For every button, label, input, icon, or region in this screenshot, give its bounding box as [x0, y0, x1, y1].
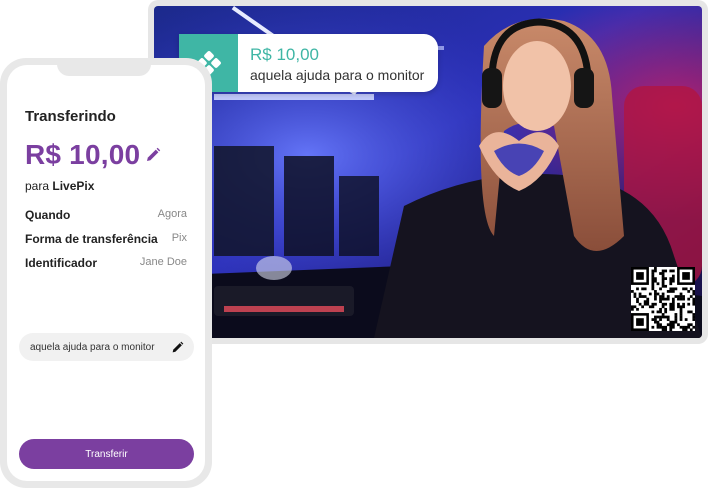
transfer-button[interactable]: Transferir: [19, 439, 194, 469]
transfer-amount: R$ 10,00: [25, 139, 141, 170]
recipient-prefix: para: [25, 179, 50, 193]
amount-row: R$ 10,00: [25, 139, 161, 171]
detail-value: Agora: [157, 208, 187, 220]
phone-notch: [57, 58, 151, 76]
recipient-name: LivePix: [52, 179, 95, 193]
transfer-title: Transferindo: [25, 108, 116, 125]
detail-label: Identificador: [25, 256, 98, 270]
qr-code-icon: [631, 267, 696, 332]
recipient-line: para LivePix: [25, 179, 94, 193]
pencil-icon[interactable]: [145, 147, 161, 168]
donation-alert: R$ 10,00 aquela ajuda para o monitor: [179, 34, 438, 92]
message-text: aquela ajuda para o monitor: [30, 341, 155, 353]
detail-label: Quando: [25, 208, 71, 222]
detail-label: Forma de transferência: [25, 232, 158, 246]
alert-message: aquela ajuda para o monitor: [250, 67, 425, 83]
detail-value: Jane Doe: [139, 256, 187, 268]
alert-amount: R$ 10,00: [250, 45, 319, 64]
detail-row-when: Quando Agora: [25, 208, 187, 222]
detail-value: Pix: [171, 232, 187, 244]
detail-row-identifier: Identificador Jane Doe: [25, 256, 187, 270]
phone-screen: [7, 65, 205, 481]
detail-row-method: Forma de transferência Pix: [25, 232, 187, 246]
pencil-icon[interactable]: [171, 341, 184, 354]
message-field[interactable]: aquela ajuda para o monitor: [19, 333, 194, 361]
